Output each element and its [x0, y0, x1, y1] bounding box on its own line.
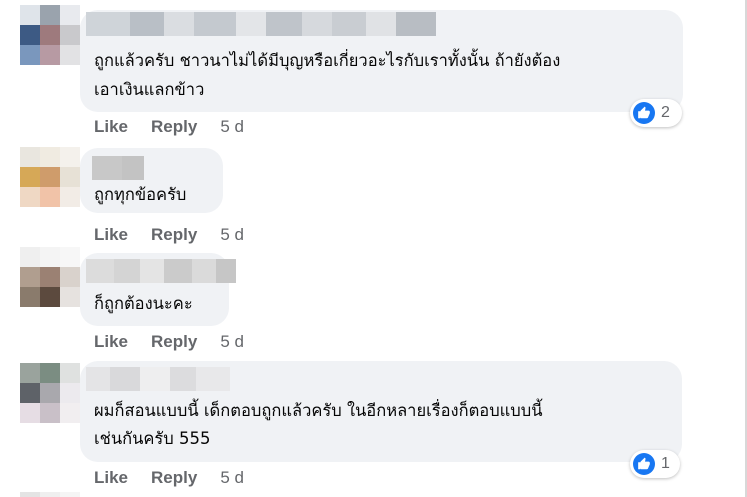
avatar[interactable]: [20, 363, 80, 423]
thumbs-up-icon: [633, 453, 655, 475]
like-button[interactable]: Like: [94, 225, 128, 245]
commenter-name[interactable]: [86, 12, 436, 36]
avatar[interactable]: [20, 247, 80, 307]
commenter-name[interactable]: [86, 259, 236, 283]
comment-text-line: เอาเงินแลกข้าว: [94, 80, 205, 99]
comment-text-line: ถูกแล้วครับ ชาวนาไม่ได้มีบุญหรือเกี่ยวอะ…: [94, 51, 561, 70]
comment-bubble: ถูกทุกข้อครับ: [80, 148, 223, 213]
commenter-name[interactable]: [86, 367, 230, 391]
reaction-count: 2: [661, 104, 670, 121]
comment-text-line: ก็ถูกต้องนะคะ: [94, 294, 193, 313]
comment-actions: Like Reply 5 d: [94, 332, 244, 352]
comment-bubble: ผมก็สอนแบบนี้ เด็กตอบถูกแล้วครับ ในอีกหล…: [80, 361, 682, 462]
comment-actions: Like Reply 5 d: [94, 468, 244, 488]
comment-text-line: ถูกทุกข้อครับ: [94, 185, 187, 204]
comment-bubble: ก็ถูกต้องนะคะ: [80, 253, 236, 326]
like-button[interactable]: Like: [94, 117, 128, 137]
reaction-count: 1: [661, 455, 670, 472]
commenter-name[interactable]: [92, 156, 144, 180]
avatar[interactable]: [20, 5, 80, 65]
comment-timestamp[interactable]: 5 d: [220, 225, 244, 245]
avatar[interactable]: [20, 147, 80, 207]
comment-timestamp[interactable]: 5 d: [220, 332, 244, 352]
reply-button[interactable]: Reply: [151, 117, 197, 137]
comment-text-line: เช่นกันครับ 555: [94, 429, 211, 448]
reply-button[interactable]: Reply: [151, 468, 197, 488]
reaction-badge[interactable]: 1: [630, 450, 680, 478]
reaction-badge[interactable]: 2: [630, 99, 682, 127]
comment-timestamp[interactable]: 5 d: [220, 117, 244, 137]
comment-bubble: ถูกแล้วครับ ชาวนาไม่ได้มีบุญหรือเกี่ยวอะ…: [80, 10, 683, 112]
comment-timestamp[interactable]: 5 d: [220, 468, 244, 488]
avatar[interactable]: [20, 492, 80, 497]
like-button[interactable]: Like: [94, 332, 128, 352]
comment-text-line: ผมก็สอนแบบนี้ เด็กตอบถูกแล้วครับ ในอีกหล…: [94, 401, 543, 420]
comment-actions: Like Reply 5 d: [94, 117, 244, 137]
comment-actions: Like Reply 5 d: [94, 225, 244, 245]
thumbs-up-icon: [633, 102, 655, 124]
like-button[interactable]: Like: [94, 468, 128, 488]
reply-button[interactable]: Reply: [151, 225, 197, 245]
reply-button[interactable]: Reply: [151, 332, 197, 352]
